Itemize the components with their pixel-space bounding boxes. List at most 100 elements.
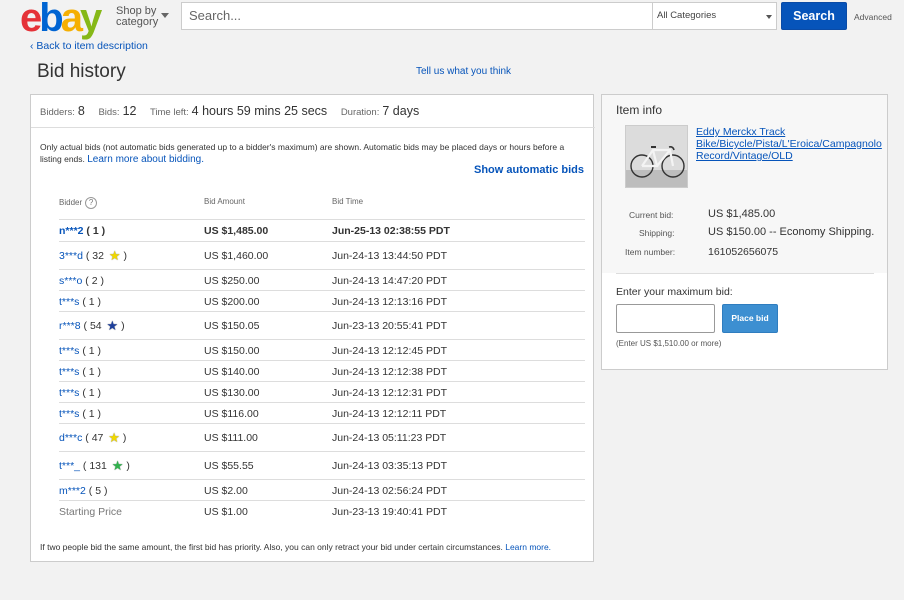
bidder-name: Starting Price bbox=[59, 506, 123, 518]
feedback-star-icon: ★ bbox=[106, 318, 119, 333]
learn-more-link[interactable]: Learn more. bbox=[505, 542, 551, 552]
bidder-link[interactable]: s***o ( 2 ) bbox=[59, 275, 104, 287]
bidder-link[interactable]: r***8 ( 54 ★ ) bbox=[59, 318, 125, 333]
feedback-score: ( 1 ) bbox=[83, 225, 106, 237]
bid-time: Jun-24-13 03:35:13 PDT bbox=[332, 460, 447, 472]
current-bid-row: Current bid: US $1,485.00 bbox=[629, 208, 775, 220]
bid-time: Jun-24-13 14:47:20 PDT bbox=[332, 275, 447, 287]
item-info-title: Item info bbox=[616, 103, 663, 117]
bicycle-icon bbox=[626, 126, 687, 187]
auction-stats: Bidders: 8 Bids: 12 Time left: 4 hours 59 m… bbox=[40, 103, 430, 121]
bids-label: Bids: bbox=[98, 107, 120, 118]
feedback-score: ( 1 ) bbox=[79, 345, 102, 357]
table-row: t***_ ( 131 ★ ) US $55.55 Jun-24-13 03:35:… bbox=[59, 451, 585, 479]
bidder-name: t***s bbox=[59, 408, 80, 420]
shipping-row: Shipping: US $150.00 -- Economy Shipping… bbox=[639, 226, 874, 238]
search-button[interactable]: Search bbox=[781, 2, 847, 30]
bid-amount-header: Bid Amount bbox=[204, 197, 245, 206]
bidder-link[interactable]: d***c ( 47 ★ ) bbox=[59, 431, 126, 444]
bidders-label: Bidders: bbox=[40, 107, 75, 118]
bid-amount: US $140.00 bbox=[204, 366, 260, 378]
table-row: r***8 ( 54 ★ ) US $150.05 Jun-23-13 20:55:… bbox=[59, 311, 585, 339]
feedback-link[interactable]: Tell us what you think bbox=[416, 66, 511, 77]
table-row: n***2 ( 1 ) US $1,485.00 Jun-25-13 02:38:5… bbox=[59, 219, 585, 241]
bidder-name: 3***d bbox=[59, 250, 83, 262]
feedback-score: ( 131 bbox=[80, 460, 110, 472]
category-label: category bbox=[116, 16, 159, 28]
bid-time: Jun-23-13 20:55:41 PDT bbox=[332, 320, 447, 332]
category-select[interactable]: All Categories bbox=[652, 2, 777, 30]
table-row: t***s ( 1 ) US $130.00 Jun-24-13 12:12:31 … bbox=[59, 381, 585, 402]
bid-history-panel: Bidders: 8 Bids: 12 Time left: 4 hours 59 m… bbox=[30, 94, 595, 562]
feedback-score: ( 5 ) bbox=[85, 485, 108, 497]
feedback-score: ( 47 bbox=[82, 432, 107, 444]
item-number-value: 161052656075 bbox=[708, 246, 779, 258]
header: ebay Shop by category Search... All Cate… bbox=[0, 0, 904, 38]
bid-time-header: Bid Time bbox=[332, 197, 364, 206]
current-bid-value: US $1,485.00 bbox=[708, 208, 776, 220]
table-row: m***2 ( 5 ) US $2.00 Jun-24-13 02:56:24 PD… bbox=[59, 479, 585, 500]
bid-time: Jun-24-13 05:11:23 PDT bbox=[332, 432, 447, 444]
bidder-link[interactable]: t***s ( 1 ) bbox=[59, 345, 101, 357]
feedback-score-close: ) bbox=[120, 250, 127, 262]
max-bid-input[interactable] bbox=[616, 304, 715, 333]
item-number-row: Item number: 161052656075 bbox=[625, 246, 778, 258]
feedback-star-icon: ★ bbox=[111, 458, 124, 473]
feedback-score: ( 32 bbox=[82, 250, 107, 262]
footer-note-text: If two people bid the same amount, the f… bbox=[40, 542, 506, 552]
bidder-link[interactable]: t***s ( 1 ) bbox=[59, 408, 101, 420]
bid-time: Jun-25-13 02:38:55 PDT bbox=[332, 225, 450, 237]
bid-amount: US $130.00 bbox=[204, 387, 260, 399]
bidder-name: t***_ bbox=[59, 460, 81, 472]
bidder-link[interactable]: t***s ( 1 ) bbox=[59, 296, 101, 308]
learn-more-bidding-link[interactable]: Learn more about bidding. bbox=[87, 154, 204, 165]
bid-amount: US $150.00 bbox=[204, 345, 260, 357]
item-number-label: Item number: bbox=[625, 247, 676, 257]
bid-amount: US $116.00 bbox=[204, 408, 259, 420]
page-title: Bid history bbox=[37, 61, 126, 82]
table-row: 3***d ( 32 ★ ) US $1,460.00 Jun-24-13 13:4… bbox=[59, 241, 585, 269]
help-icon[interactable]: ? bbox=[85, 197, 98, 209]
table-row: t***s ( 1 ) US $200.00 Jun-24-13 12:13:16 … bbox=[59, 290, 585, 311]
bidder-name: t***s bbox=[59, 345, 80, 357]
bidder-name: t***s bbox=[59, 366, 80, 378]
place-bid-button[interactable]: Place bid bbox=[722, 304, 778, 333]
search-input[interactable]: Search... bbox=[181, 2, 653, 30]
table-row: t***s ( 1 ) US $150.00 Jun-24-13 12:12:45 … bbox=[59, 339, 585, 360]
shop-by-category[interactable]: Shop by category bbox=[116, 6, 169, 28]
feedback-score: ( 1 ) bbox=[79, 296, 102, 308]
bid-amount: US $1,460.00 bbox=[204, 250, 269, 262]
bidding-note: Only actual bids (not automatic bids gen… bbox=[40, 141, 588, 166]
duration-label: Duration: bbox=[340, 107, 380, 118]
bid-time: Jun-24-13 12:12:11 PDT bbox=[332, 408, 447, 420]
bid-time: Jun-24-13 12:12:45 PDT bbox=[332, 345, 447, 357]
bid-time: Jun-24-13 13:44:50 PDT bbox=[332, 250, 447, 262]
bid-time: Jun-24-13 12:12:38 PDT bbox=[332, 366, 447, 378]
bidder-link[interactable]: t***s ( 1 ) bbox=[59, 387, 101, 399]
bid-amount: US $1.00 bbox=[204, 506, 248, 518]
advanced-search-link[interactable]: Advanced bbox=[854, 12, 892, 22]
chevron-down-icon bbox=[766, 15, 772, 19]
feedback-score: ( 54 bbox=[80, 320, 105, 332]
item-thumbnail[interactable] bbox=[625, 125, 688, 188]
bidder-link[interactable]: t***s ( 1 ) bbox=[59, 366, 101, 378]
ebay-logo[interactable]: ebay bbox=[20, 0, 102, 38]
item-title-link[interactable]: Eddy Merckx Track Bike/Bicycle/Pista/L'E… bbox=[696, 126, 886, 162]
show-automatic-bids-link[interactable]: Show automatic bids bbox=[474, 164, 584, 176]
bidder-link[interactable]: n***2 ( 1 ) bbox=[59, 225, 105, 237]
feedback-score: ( 2 ) bbox=[82, 275, 104, 287]
bid-time: Jun-24-13 02:56:24 PDT bbox=[332, 485, 447, 497]
bids-count: 12 bbox=[122, 104, 137, 118]
bidder-link[interactable]: 3***d ( 32 ★ ) bbox=[59, 249, 127, 262]
feedback-score-close: ) bbox=[118, 320, 125, 332]
bidder-name: m***2 bbox=[59, 485, 86, 497]
back-to-item-link[interactable]: ‹ Back to item description bbox=[30, 40, 148, 52]
max-bid-label: Enter your maximum bid: bbox=[616, 286, 733, 298]
bidder-name: t***s bbox=[59, 296, 80, 308]
minimum-bid-note: (Enter US $1,510.00 or more) bbox=[616, 339, 722, 348]
bidder-name: t***s bbox=[59, 387, 80, 399]
bidder-link[interactable]: m***2 ( 5 ) bbox=[59, 485, 107, 497]
starting-price-label: Starting Price bbox=[59, 506, 122, 518]
bidder-link[interactable]: t***_ ( 131 ★ ) bbox=[59, 458, 130, 473]
feedback-score: ( 1 ) bbox=[79, 408, 102, 420]
